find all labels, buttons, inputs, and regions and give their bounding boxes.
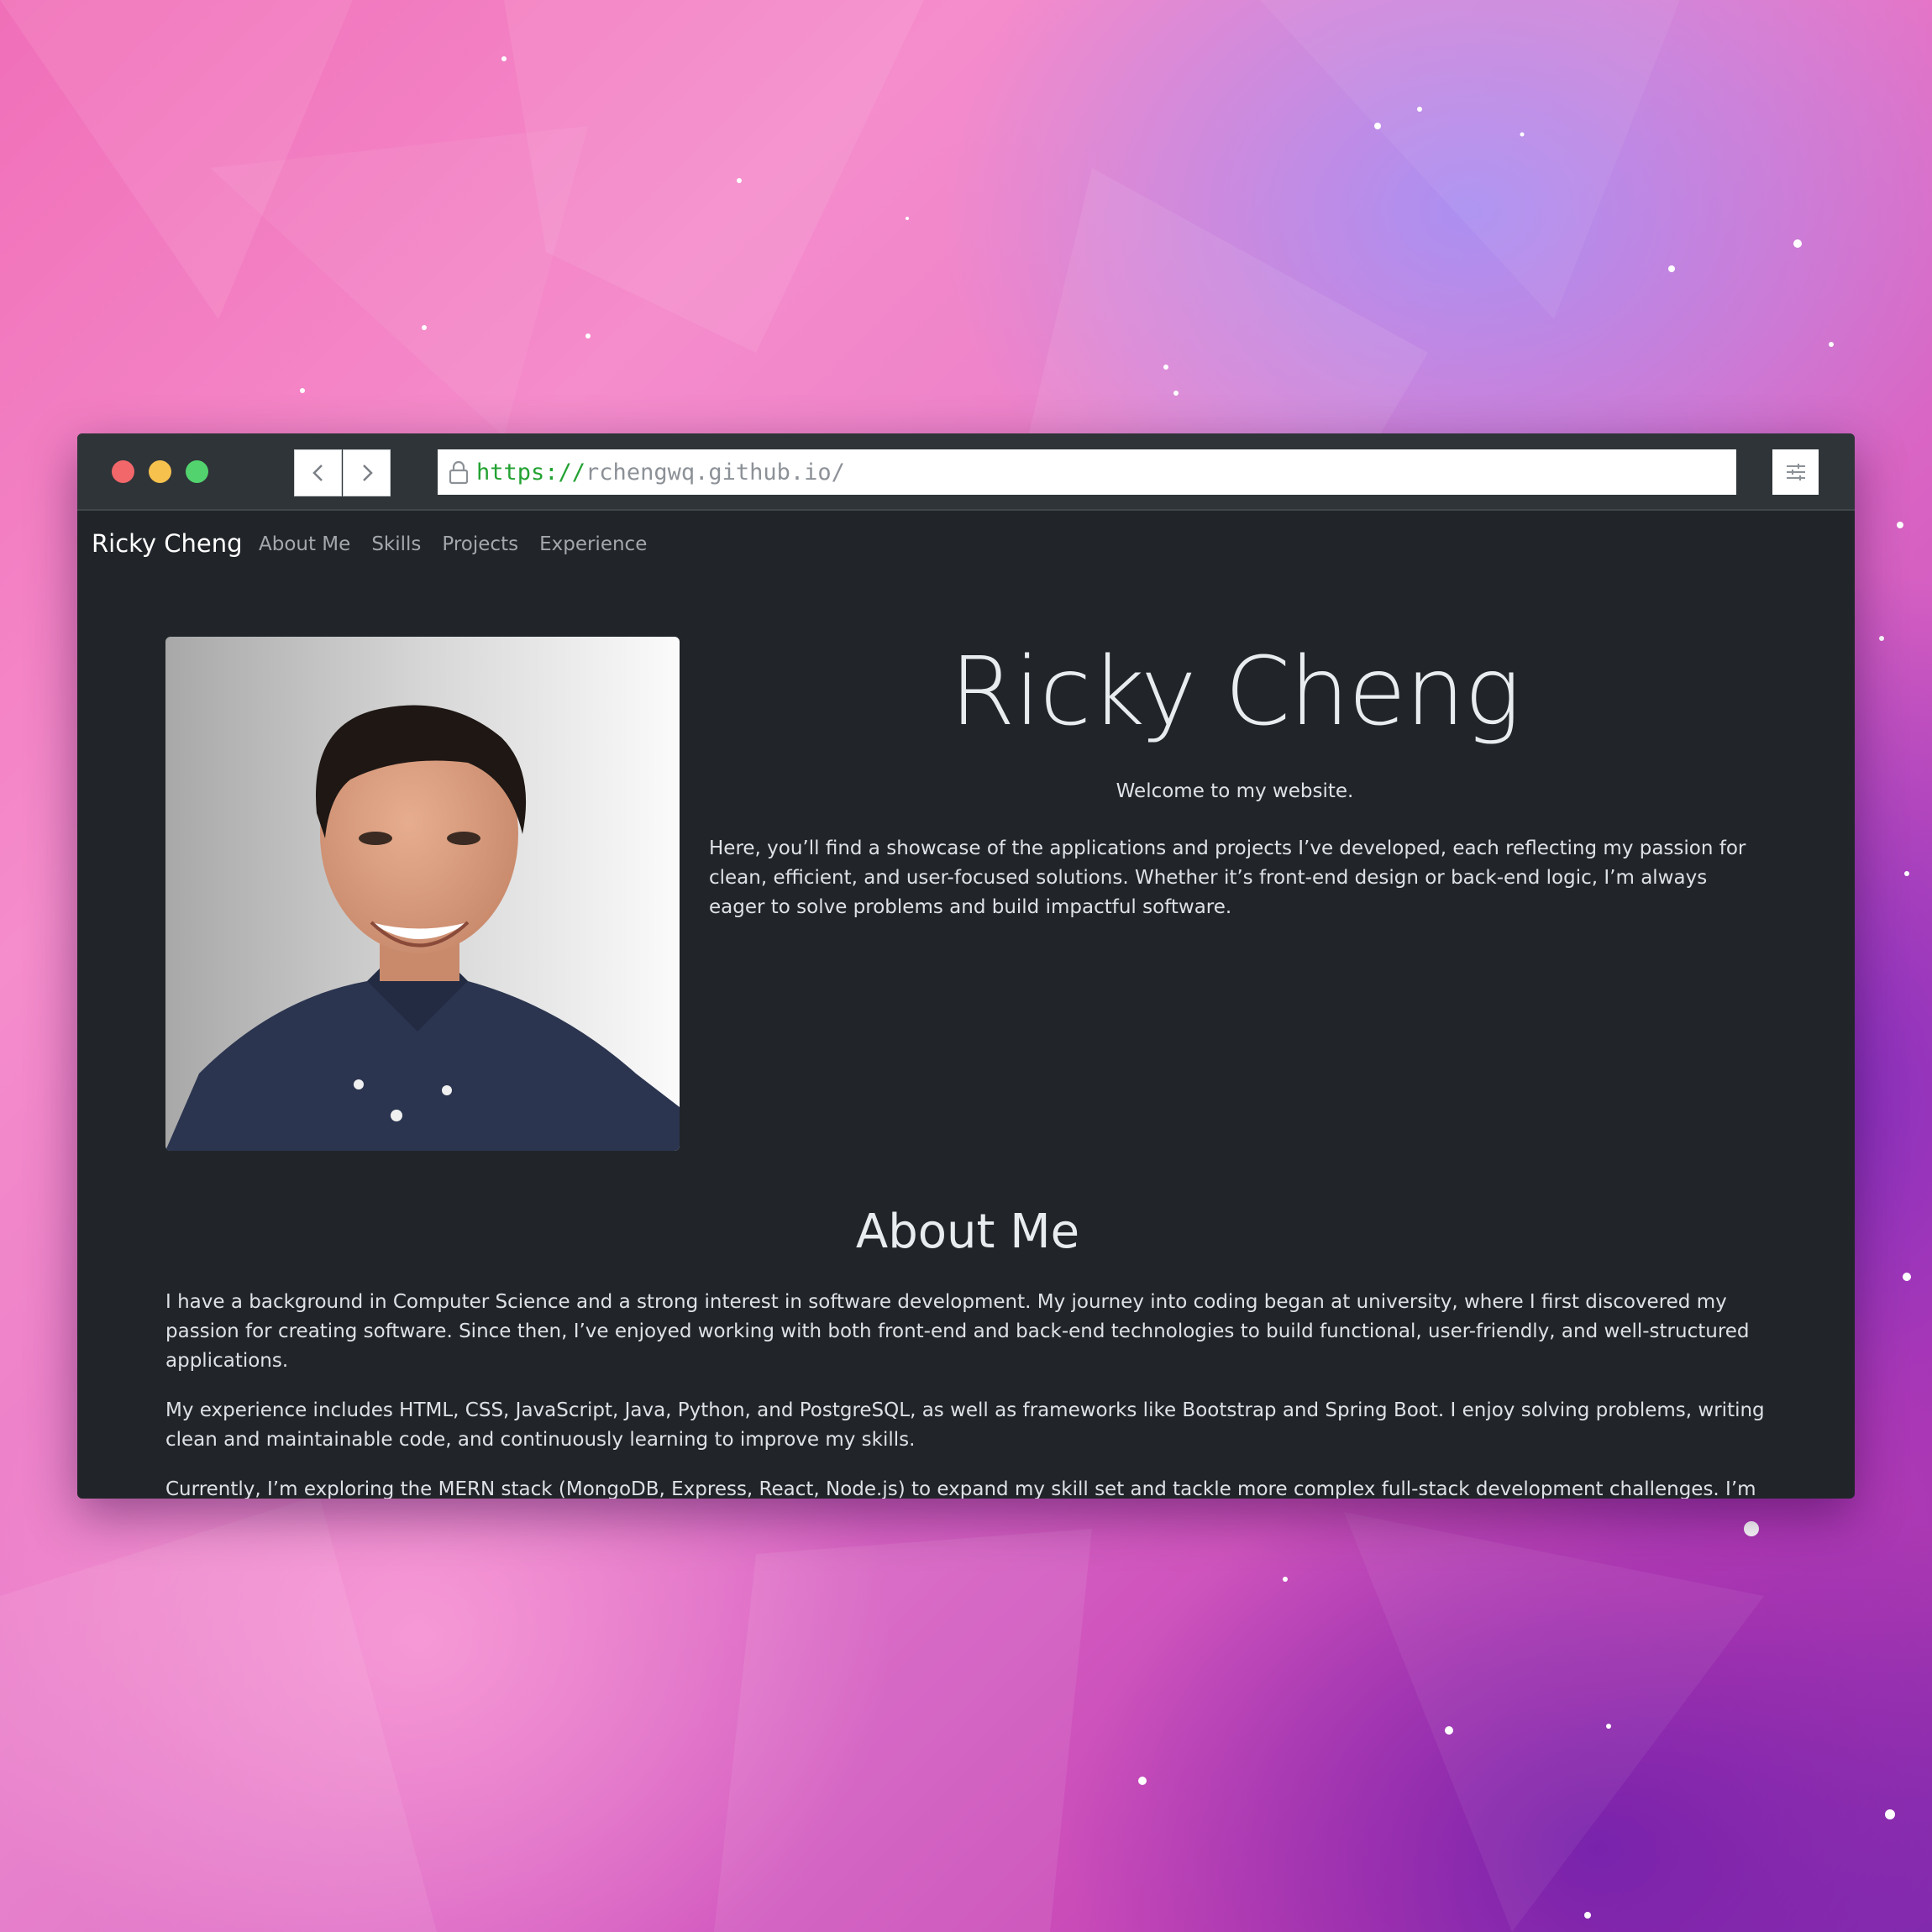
lock-icon — [449, 460, 469, 485]
browser-toolbar: https://rchengwq.github.io/ — [77, 433, 1855, 511]
hero-description: Here, you’ll find a showcase of the appl… — [709, 837, 1746, 918]
nav-link-projects[interactable]: Projects — [442, 533, 518, 555]
browser-window: https://rchengwq.github.io/ Ricky Cheng … — [77, 433, 1855, 1499]
chevron-right-icon — [362, 465, 373, 481]
nav-link-experience[interactable]: Experience — [539, 533, 647, 555]
close-window-button[interactable] — [112, 460, 134, 483]
back-button[interactable] — [294, 449, 342, 496]
nav-links: About Me Skills Projects Experience — [259, 533, 668, 555]
navbar-brand[interactable]: Ricky Cheng — [92, 529, 243, 558]
url-host: rchengwq.github.io/ — [585, 459, 845, 486]
about-paragraph: My experience includes HTML, CSS, JavaSc… — [165, 1399, 1765, 1451]
about-section: About Me I have a background in Computer… — [165, 1205, 1770, 1499]
url-scheme: https:// — [476, 459, 586, 486]
hero-section: Ricky Cheng Welcome to my website. Here,… — [709, 638, 1761, 922]
about-paragraph: Currently, I’m exploring the MERN stack … — [165, 1478, 1756, 1499]
nav-link-skills[interactable]: Skills — [371, 533, 421, 555]
hero-title: Ricky Cheng — [949, 638, 1521, 747]
forward-button[interactable] — [343, 449, 391, 496]
url-text: https://rchengwq.github.io/ — [476, 459, 845, 486]
minimize-window-button[interactable] — [149, 460, 171, 483]
nav-link-about-me[interactable]: About Me — [259, 533, 350, 555]
about-paragraph: I have a background in Computer Science … — [165, 1291, 1750, 1372]
address-bar[interactable]: https://rchengwq.github.io/ — [438, 449, 1736, 495]
hero-subtitle: Welcome to my website. — [1116, 780, 1354, 802]
about-heading: About Me — [855, 1205, 1080, 1259]
browser-menu-button[interactable] — [1772, 449, 1819, 495]
chevron-left-icon — [312, 465, 323, 481]
profile-photo — [165, 637, 680, 1151]
site-navbar: Ricky Cheng About Me Skills Projects Exp… — [77, 511, 1855, 580]
sliders-icon — [1786, 464, 1805, 480]
maximize-window-button[interactable] — [186, 460, 208, 483]
